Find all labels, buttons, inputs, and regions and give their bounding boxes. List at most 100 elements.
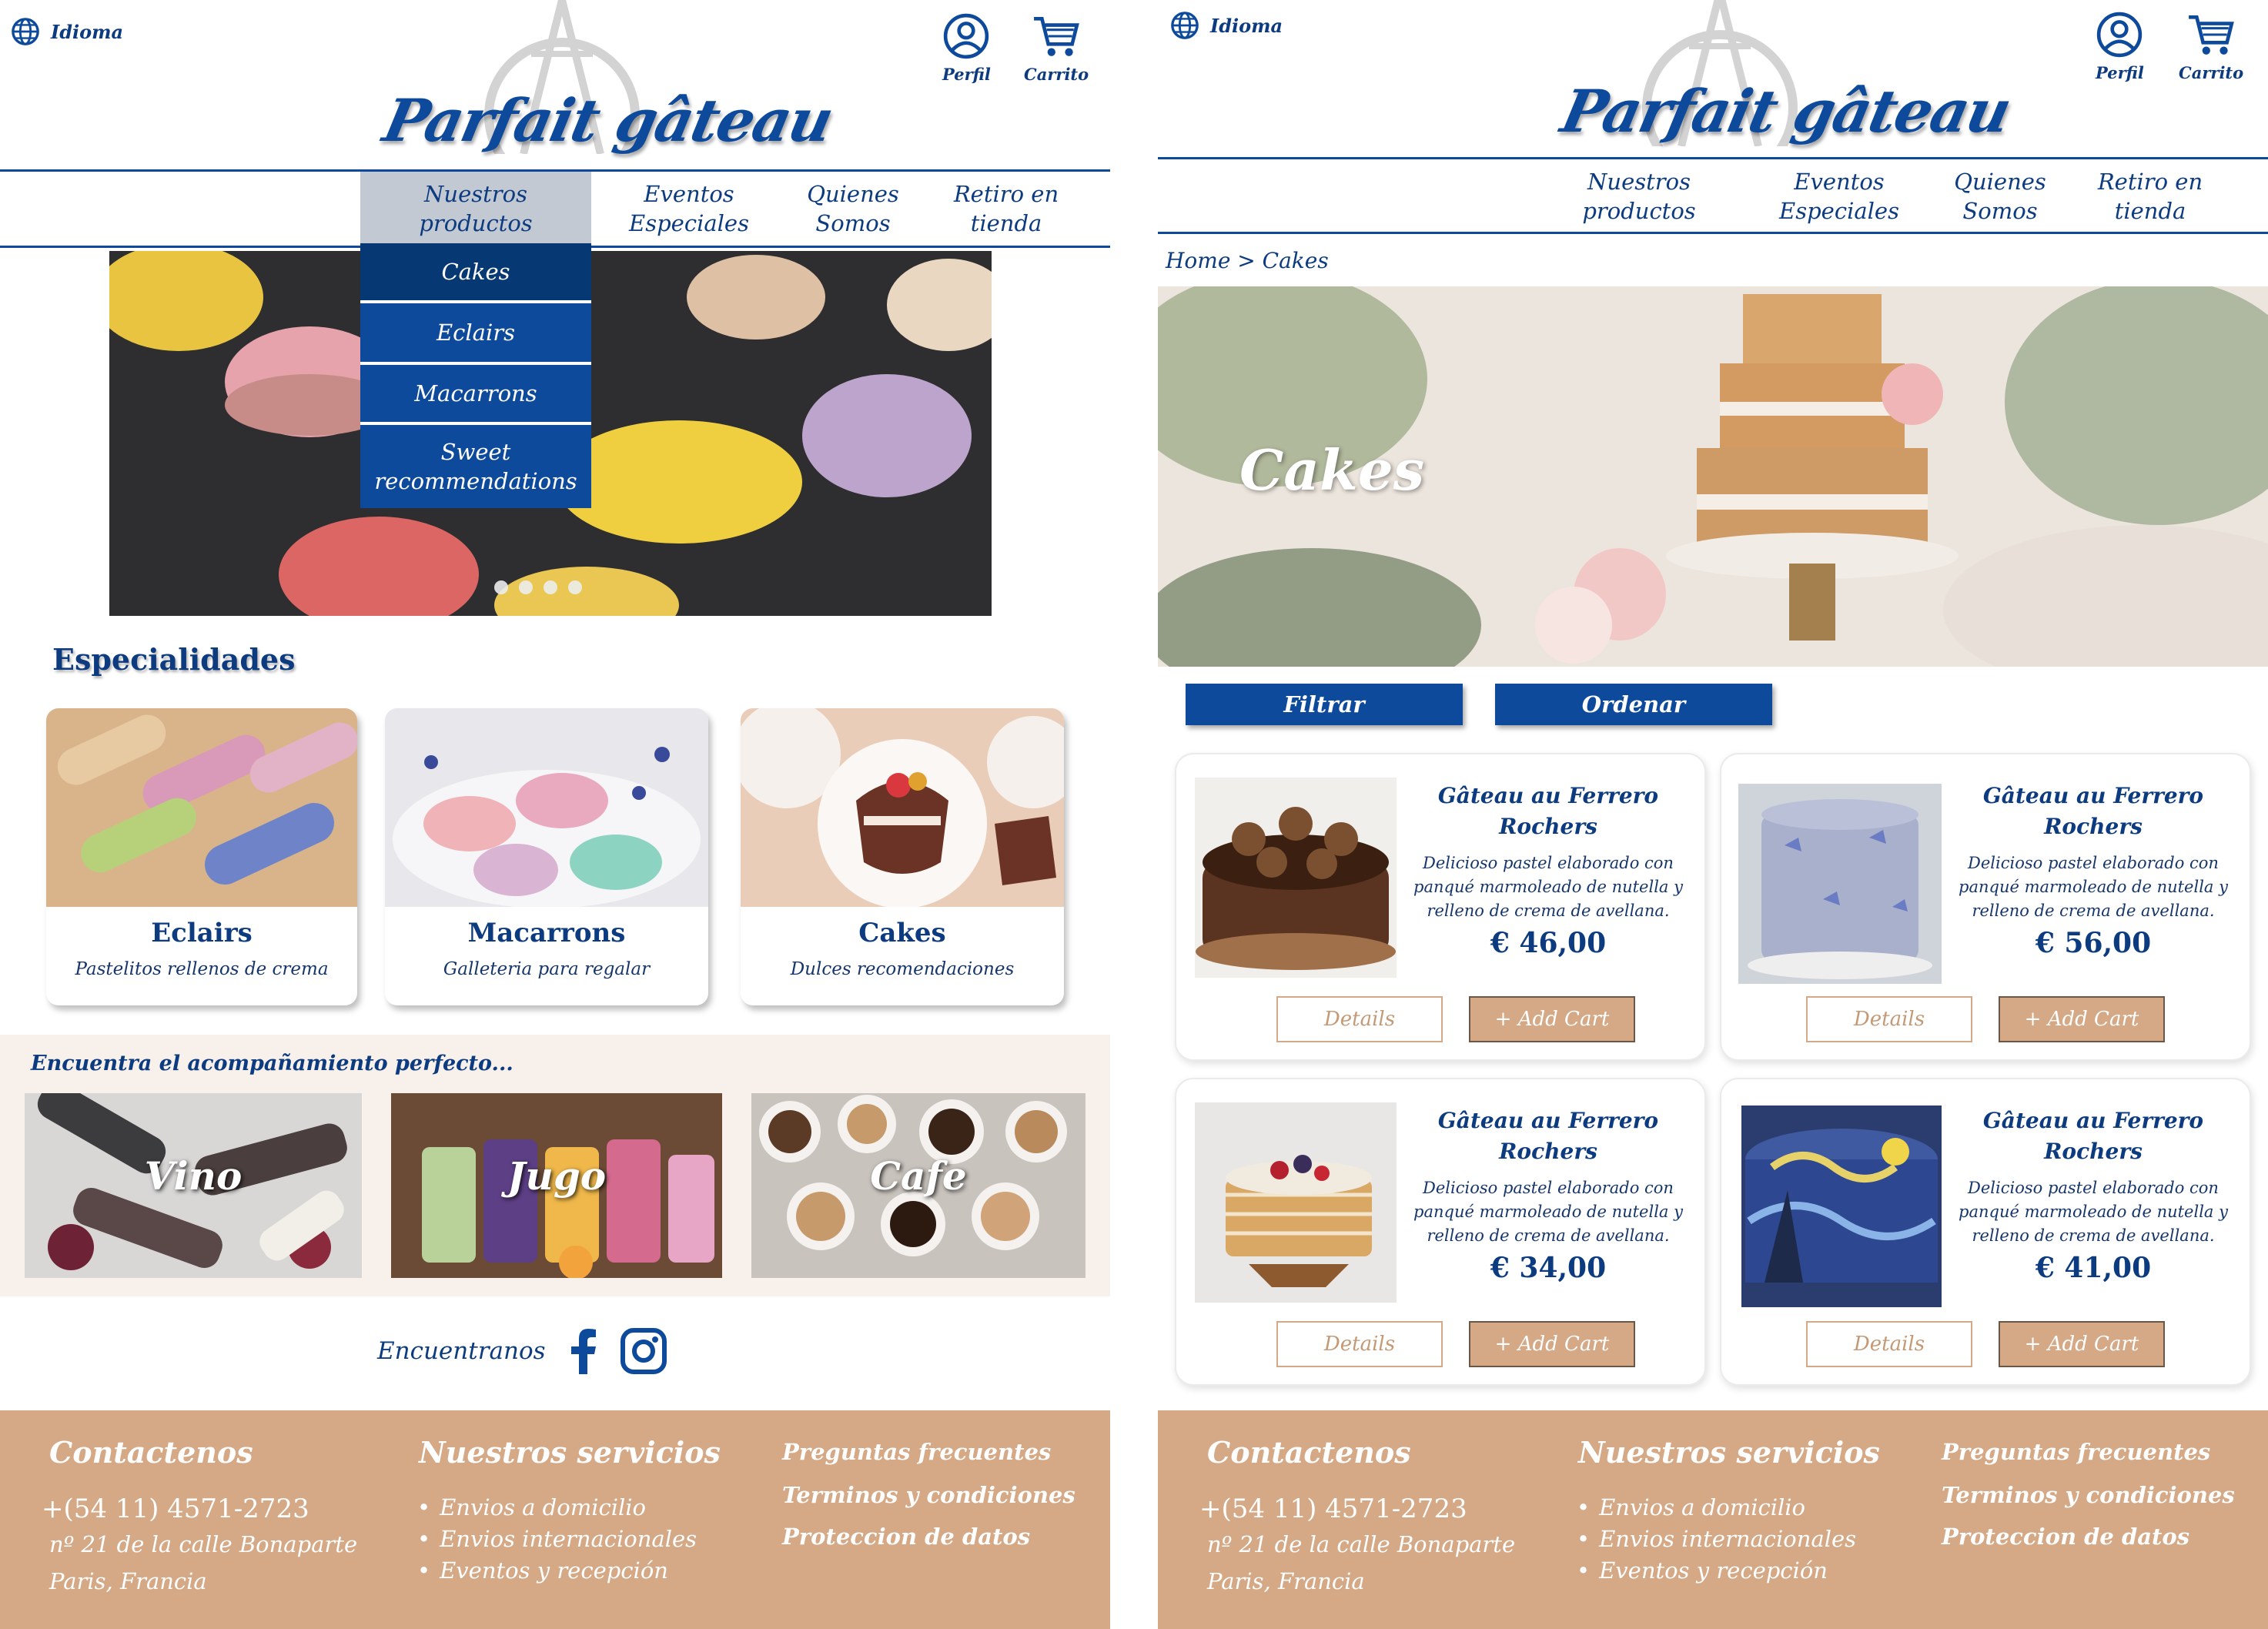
- footer-address-line2: Paris, Francia: [1207, 1568, 1365, 1594]
- product-card[interactable]: Gâteau au Ferrero Rochers Delicioso past…: [1175, 753, 1706, 1061]
- add-cart-button[interactable]: + Add Cart: [1469, 996, 1635, 1042]
- footer-link-faq[interactable]: Preguntas frecuentes: [782, 1430, 1051, 1473]
- footer-address-line2: Paris, Francia: [49, 1568, 207, 1594]
- nav-label: Somos: [1962, 198, 2038, 224]
- pairing-card-cafe[interactable]: Cafe: [751, 1093, 1085, 1278]
- language-selector[interactable]: Idioma: [11, 17, 123, 46]
- profile-icon: [944, 13, 989, 59]
- profile-button[interactable]: Perfil: [942, 12, 991, 84]
- macarrons-image: [385, 708, 708, 907]
- specialty-subtitle: Pastelitos rellenos de crema: [75, 959, 329, 979]
- carousel-dots: [494, 580, 582, 594]
- specialty-card-cakes[interactable]: Cakes Dulces recomendaciones: [741, 708, 1064, 1005]
- cart-button[interactable]: Carrito: [2179, 11, 2243, 82]
- footer-link-privacy[interactable]: Proteccion de datos: [1942, 1515, 2189, 1558]
- footer-link-faq[interactable]: Preguntas frecuentes: [1942, 1430, 2210, 1473]
- breadcrumb[interactable]: Home > Cakes: [1166, 248, 1329, 273]
- footer-phone: +(54 11) 4571-2723: [42, 1494, 309, 1524]
- footer-services-list: Envios a domicilio Envios internacionale…: [417, 1492, 697, 1587]
- nav-label: productos: [419, 210, 533, 236]
- specialty-title: Cakes: [858, 918, 946, 948]
- nav-quienes-somos[interactable]: Quienes Somos: [791, 179, 915, 238]
- nav-label: Retiro en: [2097, 169, 2203, 195]
- product-image: [1195, 1102, 1397, 1303]
- details-button[interactable]: Details: [1276, 996, 1443, 1042]
- details-button[interactable]: Details: [1806, 1321, 1972, 1367]
- cart-button[interactable]: Carrito: [1024, 12, 1089, 84]
- add-cart-button[interactable]: + Add Cart: [1999, 1321, 2165, 1367]
- site-logo[interactable]: Parfait gâteau: [1556, 77, 2016, 146]
- order-button[interactable]: Ordenar: [1495, 684, 1772, 725]
- nav-eventos-especiales[interactable]: Eventos Especiales: [1766, 167, 1912, 226]
- nav-nuestros-productos[interactable]: Nuestros productos: [1574, 167, 1704, 226]
- footer-link-terms[interactable]: Terminos y condiciones: [1942, 1473, 2235, 1517]
- pairing-title: Encuentra el acompañamiento perfecto...: [31, 1052, 513, 1075]
- dropdown-item-cakes[interactable]: Cakes: [360, 243, 591, 303]
- footer-link-terms[interactable]: Terminos y condiciones: [782, 1473, 1075, 1517]
- category-banner: Cakes: [1158, 286, 2268, 667]
- carousel-dot[interactable]: [568, 580, 582, 594]
- nav-label: Retiro en: [953, 181, 1059, 207]
- footer-services-list: Envios a domicilio Envios internacionale…: [1577, 1492, 1856, 1587]
- home-page: Idioma Perfil Carrito Parfait gâteau Nue…: [0, 0, 1110, 1629]
- nav-eventos-especiales[interactable]: Eventos Especiales: [616, 179, 762, 238]
- instagram-icon[interactable]: [620, 1327, 667, 1375]
- product-price: € 34,00: [1490, 1252, 1607, 1284]
- details-button[interactable]: Details: [1806, 996, 1972, 1042]
- cart-icon: [1034, 16, 1079, 56]
- profile-button[interactable]: Perfil: [2096, 11, 2144, 82]
- product-name: Gâteau au Ferrero Rochers: [1437, 1108, 1659, 1164]
- nav-label: Especiales: [629, 210, 749, 236]
- specialty-title: Eclairs: [151, 918, 253, 948]
- nav-label: Somos: [815, 210, 891, 236]
- product-price: € 56,00: [2035, 927, 2152, 959]
- product-name: Gâteau au Ferrero Rochers: [1437, 783, 1659, 839]
- dropdown-label: Macarrons: [414, 380, 537, 406]
- specialty-card-eclairs[interactable]: Eclairs Pastelitos rellenos de crema: [46, 708, 357, 1005]
- language-label: Idioma: [1210, 14, 1283, 37]
- nav-label: Nuestros: [1587, 169, 1691, 195]
- product-price: € 46,00: [1490, 927, 1607, 959]
- dropdown-item-sweet-recommendations[interactable]: Sweet recommendations: [360, 425, 591, 508]
- product-card[interactable]: Gâteau au Ferrero Rochers Delicioso past…: [1175, 1078, 1706, 1386]
- profile-label: Perfil: [2096, 63, 2144, 82]
- pairing-card-jugo[interactable]: Jugo: [391, 1093, 722, 1278]
- footer-service-item: Eventos y recepción: [1577, 1555, 1856, 1587]
- language-selector[interactable]: Idioma: [1170, 11, 1283, 40]
- dropdown-item-eclairs[interactable]: Eclairs: [360, 303, 591, 365]
- site-logo[interactable]: Parfait gâteau: [378, 86, 838, 155]
- specialty-subtitle: Dulces recomendaciones: [790, 959, 1015, 979]
- filter-button[interactable]: Filtrar: [1186, 684, 1463, 725]
- facebook-icon[interactable]: [567, 1328, 598, 1374]
- product-image: [1741, 1106, 1942, 1307]
- nav-retiro-en-tienda[interactable]: Retiro en tienda: [941, 179, 1072, 238]
- nav-label: Quienes: [1954, 169, 2046, 195]
- product-description: Delicioso pastel elaborado con panqué ma…: [1959, 854, 2228, 920]
- details-button[interactable]: Details: [1276, 1321, 1443, 1367]
- dropdown-item-macarrons[interactable]: Macarrons: [360, 365, 591, 425]
- product-card[interactable]: Gâteau au Ferrero Rochers Delicioso past…: [1720, 753, 2251, 1061]
- footer-services-title: Nuestros servicios: [419, 1435, 721, 1470]
- dropdown-label: Cakes: [441, 259, 510, 285]
- add-cart-button[interactable]: + Add Cart: [1469, 1321, 1635, 1367]
- carousel-dot[interactable]: [494, 580, 508, 594]
- panel-separator: [1110, 0, 1158, 1629]
- dropdown-label: Eclairs: [437, 319, 515, 346]
- product-card[interactable]: Gâteau au Ferrero Rochers Delicioso past…: [1720, 1078, 2251, 1386]
- dropdown-label: recommendations: [374, 468, 577, 494]
- pairing-section: Encuentra el acompañamiento perfecto... …: [0, 1035, 1110, 1296]
- footer-link-privacy[interactable]: Proteccion de datos: [782, 1515, 1030, 1558]
- pairing-card-vino[interactable]: Vino: [25, 1093, 362, 1278]
- carousel-dot[interactable]: [519, 580, 533, 594]
- add-cart-button[interactable]: + Add Cart: [1999, 996, 2165, 1042]
- specialty-card-macarrons[interactable]: Macarrons Galleteria para regalar: [385, 708, 708, 1005]
- carousel-dot[interactable]: [544, 580, 557, 594]
- specialty-title: Macarrons: [467, 918, 626, 948]
- footer-address-line1: nº 21 de la calle Bonaparte: [49, 1531, 358, 1557]
- nav-retiro-en-tienda[interactable]: Retiro en tienda: [2085, 167, 2216, 226]
- product-description: Delicioso pastel elaborado con panqué ma…: [1959, 1179, 2228, 1245]
- nav-nuestros-productos[interactable]: Nuestros productos: [360, 172, 591, 246]
- language-label: Idioma: [51, 20, 124, 43]
- footer: Contactenos +(54 11) 4571-2723 nº 21 de …: [1158, 1410, 2268, 1629]
- nav-quienes-somos[interactable]: Quienes Somos: [1939, 167, 2062, 226]
